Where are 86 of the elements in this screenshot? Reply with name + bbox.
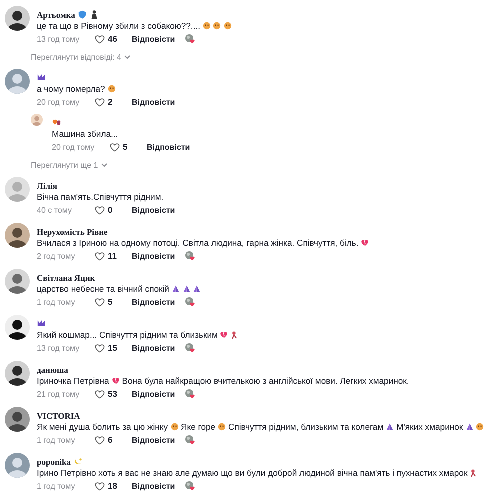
like-button[interactable]: 0 (95, 205, 132, 215)
person-icon (90, 10, 100, 19)
reply-button[interactable]: Відповісти (132, 390, 176, 398)
heart-icon (110, 142, 120, 152)
like-button[interactable]: 53 (95, 389, 132, 399)
ribbon-icon (470, 469, 478, 477)
heart-icon (95, 436, 105, 444)
comment-text: а чому померла? (37, 83, 106, 95)
reply-button[interactable]: Відповісти (147, 142, 190, 152)
timestamp: 20 год тому (37, 98, 81, 106)
comment-text: Вона була найкращою вчителькою з англійської мови. Легких хмаринок. (122, 375, 410, 387)
hearts-icon (52, 118, 61, 127)
like-button[interactable]: 46 (95, 34, 132, 44)
username[interactable]: Нерухомість Рівне (37, 226, 108, 236)
face-icon (224, 22, 232, 30)
timestamp: 13 год тому (37, 344, 81, 352)
broken-heart-icon (112, 377, 120, 385)
comment-text: Який кошмар... Співчуття рідним та близьким (37, 329, 218, 341)
heart-icon (95, 344, 105, 352)
face-icon (218, 423, 226, 431)
heart-icon (95, 34, 105, 44)
face-icon (476, 423, 484, 431)
username[interactable]: Світлана Яцик (37, 272, 96, 282)
praying-hands-icon (172, 285, 180, 293)
heart-icon (95, 390, 105, 398)
shield-icon (78, 10, 88, 19)
comment-text: Вчилася з Іриною на одному потоці. Світла людина, гарна жінка. Співчуття, біль. (37, 237, 359, 249)
ribbon-icon (230, 331, 239, 339)
timestamp: 40 с тому (37, 206, 73, 214)
comment-text: М'яких хмаринок (396, 421, 464, 433)
face-icon (202, 22, 211, 30)
comment-text: Машина збила... (52, 128, 118, 140)
broken-heart-icon (220, 331, 228, 339)
chevron-down-icon[interactable] (101, 162, 108, 168)
reply-button[interactable]: Відповісти (132, 206, 176, 214)
comment-text: Співчуття рідним, близьким та колегам (228, 421, 384, 433)
crown-icon (37, 73, 46, 82)
praying-hands-icon (386, 423, 394, 431)
username[interactable]: Артьомка (37, 10, 76, 20)
chevron-down-icon[interactable] (124, 54, 132, 60)
praying-hands-icon (193, 285, 201, 293)
comment-text: Вічна пам'ять.Співчуття рідним. (37, 191, 164, 203)
timestamp: 20 год тому (52, 142, 96, 152)
like-button[interactable]: 15 (95, 343, 132, 353)
comment-text: Іриночка Петрівна (37, 375, 110, 387)
reply-button[interactable]: Відповісти (132, 252, 176, 260)
heart-icon (95, 252, 105, 260)
username[interactable]: данюша (37, 364, 68, 374)
reply-button[interactable]: Відповісти (132, 34, 176, 44)
reply-button[interactable]: Відповісти (132, 298, 176, 306)
like-button[interactable]: 18 (95, 481, 132, 491)
broken-heart-icon (361, 239, 370, 247)
face-icon (108, 85, 116, 93)
timestamp: 2 год тому (37, 252, 76, 260)
username[interactable]: VICTORIA (37, 410, 80, 420)
like-button[interactable]: 2 (95, 97, 132, 107)
timestamp: 13 год тому (37, 34, 81, 44)
heart-icon (95, 98, 105, 106)
face-icon (170, 423, 179, 431)
like-button[interactable]: 11 (95, 251, 132, 261)
reply-button[interactable]: Відповісти (132, 436, 176, 444)
like-button[interactable]: 5 (110, 142, 147, 152)
crown-icon (37, 319, 46, 328)
reply-button[interactable]: Відповісти (132, 98, 176, 106)
comment-text: це та що в Рівному збили з собакою??.... (37, 20, 200, 32)
heart-icon (95, 298, 105, 306)
timestamp: 1 год тому (37, 298, 76, 306)
praying-hands-icon (182, 285, 190, 293)
heart-icon (95, 206, 105, 214)
moon-icon (74, 457, 84, 466)
username[interactable]: Лілія (37, 180, 58, 190)
timestamp: 1 год тому (37, 482, 76, 490)
username[interactable]: poponika (37, 456, 72, 466)
like-button[interactable]: 6 (95, 435, 132, 445)
timestamp: 1 год тому (37, 436, 76, 444)
timestamp: 21 год тому (37, 390, 81, 398)
like-button[interactable]: 5 (95, 297, 132, 307)
comment-text: Як мені душа болить за цю жінку (37, 421, 168, 433)
comment-text: Ірино Петрівно хоть я вас не знаю але думаю що ви були доброй людиной вічна пам'ять і пухнастих хмарок (37, 467, 468, 479)
praying-hands-icon (466, 423, 474, 431)
heart-icon (95, 482, 105, 490)
reply-button[interactable]: Відповісти (132, 482, 176, 490)
comment-text: царство небесне та вічний спокій (37, 283, 170, 295)
reply-button[interactable]: Відповісти (132, 344, 176, 352)
comment-text: Яке горе (181, 421, 216, 433)
face-icon (213, 22, 222, 30)
